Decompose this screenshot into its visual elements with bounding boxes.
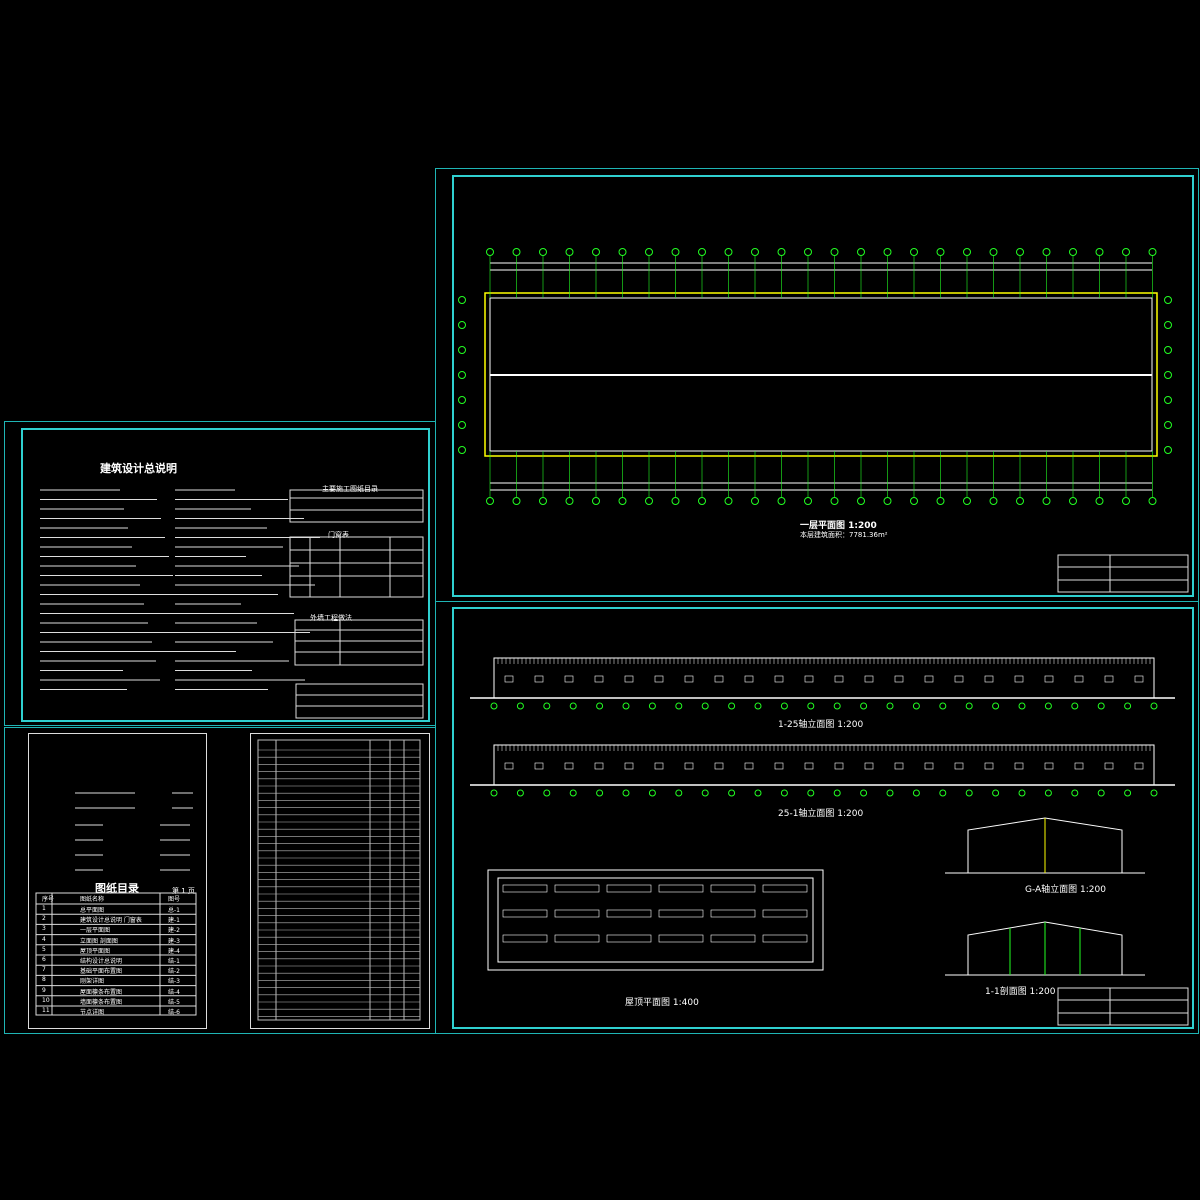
floor-plan-drawing (458, 248, 1172, 505)
design-notes-text (40, 489, 320, 690)
drawing-canvas (35, 248, 1189, 1026)
elevation-3-drawing (945, 817, 1145, 874)
directory-grid (35, 892, 197, 1016)
roof-plan-drawing (487, 869, 824, 971)
title-blocks (1057, 554, 1189, 1026)
elevation-1-drawing (470, 657, 1175, 710)
elevation-2-drawing (470, 744, 1175, 797)
directory-info-lines (75, 792, 193, 871)
section-drawing (945, 921, 1145, 976)
blank-list-grid (257, 739, 421, 1021)
floor-plan-axis-bubbles (486, 248, 1157, 505)
door-window-table (289, 489, 424, 719)
